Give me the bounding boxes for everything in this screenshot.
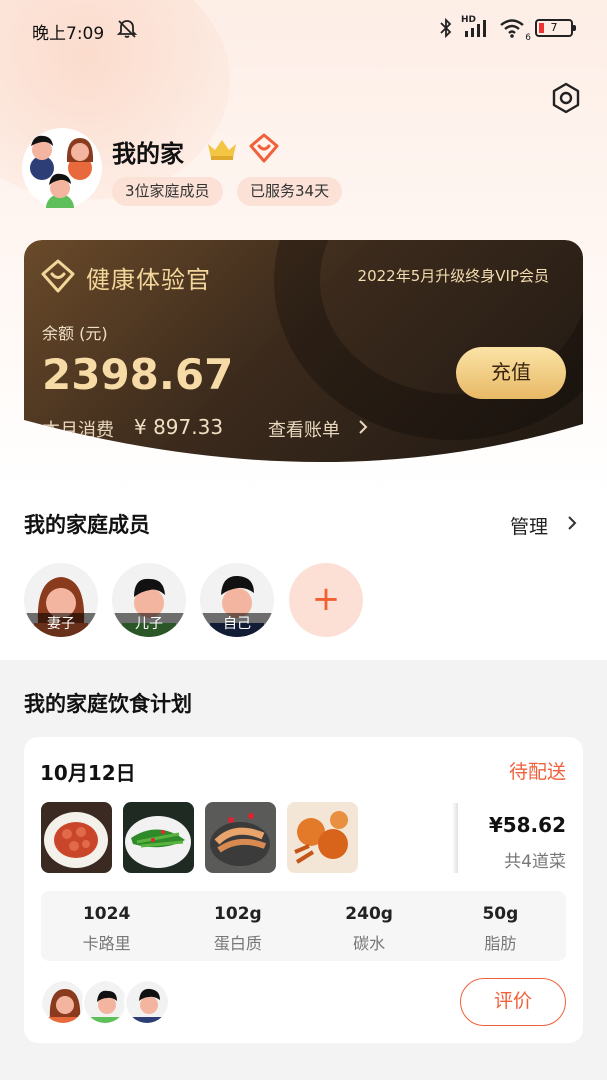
family-title: 我的家 [112, 140, 184, 168]
mute-icon [116, 20, 138, 38]
nutrition-label: 蛋白质 [213, 934, 262, 953]
nutrition-value: 1024 [82, 904, 131, 924]
dish-image[interactable] [205, 802, 276, 873]
served-days-pill: 已服务34天 [237, 177, 343, 206]
dish-image[interactable] [287, 802, 358, 873]
member-label: 自己 [200, 613, 274, 637]
dish-image[interactable] [123, 802, 194, 873]
battery-icon: 7 [535, 19, 576, 37]
home-heart-icon[interactable] [248, 132, 280, 164]
family-avatar-group[interactable] [22, 128, 102, 222]
plan-price: ¥58.62 [488, 813, 566, 837]
member-label: 儿子 [112, 613, 186, 637]
manage-members-link[interactable]: 管理 [510, 512, 548, 539]
status-bar: 晚上7:09 HD 6 7 [0, 0, 607, 60]
diet-plan-card[interactable]: 10月12日 待配送 ¥58.62 共4道菜 1024 卡路里 102g 蛋白质… [24, 737, 583, 1043]
shrimp-dish-icon [205, 802, 276, 873]
signal-icon: HD [461, 15, 491, 39]
dish-divider [452, 803, 458, 873]
nutrition-carbs: 240g 碳水 [304, 891, 435, 961]
plan-section-title: 我的家庭饮食计划 [24, 692, 192, 716]
balance-label: 余额 (元) [42, 324, 108, 343]
members-section-title: 我的家庭成员 [24, 513, 150, 537]
chevron-right-icon[interactable] [356, 418, 370, 436]
bluetooth-icon [440, 17, 452, 39]
crab-dish-icon [287, 802, 358, 873]
plan-members-avatars [40, 979, 170, 1027]
wifi-icon: 6 [499, 17, 531, 43]
settings-icon[interactable] [550, 82, 582, 114]
network-type: HD [461, 15, 477, 25]
nutrition-calories: 1024 卡路里 [41, 891, 172, 961]
chevron-right-icon[interactable] [565, 514, 579, 532]
member-label: 妻子 [24, 613, 98, 637]
boy-avatar-icon [82, 979, 128, 1025]
dish-image[interactable] [41, 802, 112, 873]
vegetable-dish-icon [123, 802, 194, 873]
add-member-button[interactable]: + [289, 563, 363, 637]
nutrition-summary: 1024 卡路里 102g 蛋白质 240g 碳水 50g 脂肪 [41, 891, 566, 961]
delivery-status: 待配送 [508, 761, 566, 783]
battery-level: 7 [550, 21, 558, 34]
status-time: 晚上7:09 [32, 24, 105, 44]
vip-status: 2022年5月升级终身VIP会员 [357, 267, 549, 285]
nutrition-fat: 50g 脂肪 [435, 891, 566, 961]
sausage-dish-icon [41, 802, 112, 873]
view-bill-link[interactable]: 查看账单 [268, 416, 340, 442]
nutrition-value: 50g [482, 904, 519, 924]
nutrition-value: 102g [214, 904, 262, 924]
brand-name: 健康体验官 [86, 266, 211, 294]
balance-amount: 2398.67 [42, 350, 234, 399]
nutrition-value: 240g [345, 904, 393, 924]
member-son[interactable]: 儿子 [112, 563, 186, 637]
man-avatar-icon [124, 979, 170, 1025]
dish-count: 共4道菜 [504, 852, 566, 872]
members-count-pill: 3位家庭成员 [112, 177, 223, 206]
member-self[interactable]: 自己 [200, 563, 274, 637]
nutrition-label: 脂肪 [484, 934, 517, 953]
brand-logo-icon [40, 258, 76, 294]
nutrition-label: 卡路里 [82, 934, 131, 953]
monthly-spend-value: ¥ 897.33 [134, 415, 224, 439]
nutrition-protein: 102g 蛋白质 [172, 891, 303, 961]
recharge-button[interactable]: 充值 [456, 347, 566, 399]
wifi-badge: 6 [525, 33, 531, 43]
member-wife[interactable]: 妻子 [24, 563, 98, 637]
woman-avatar-icon [40, 979, 86, 1025]
crown-icon [208, 140, 236, 160]
plan-date: 10月12日 [40, 761, 136, 785]
nutrition-label: 碳水 [353, 934, 386, 953]
rate-button[interactable]: 评价 [460, 978, 566, 1026]
